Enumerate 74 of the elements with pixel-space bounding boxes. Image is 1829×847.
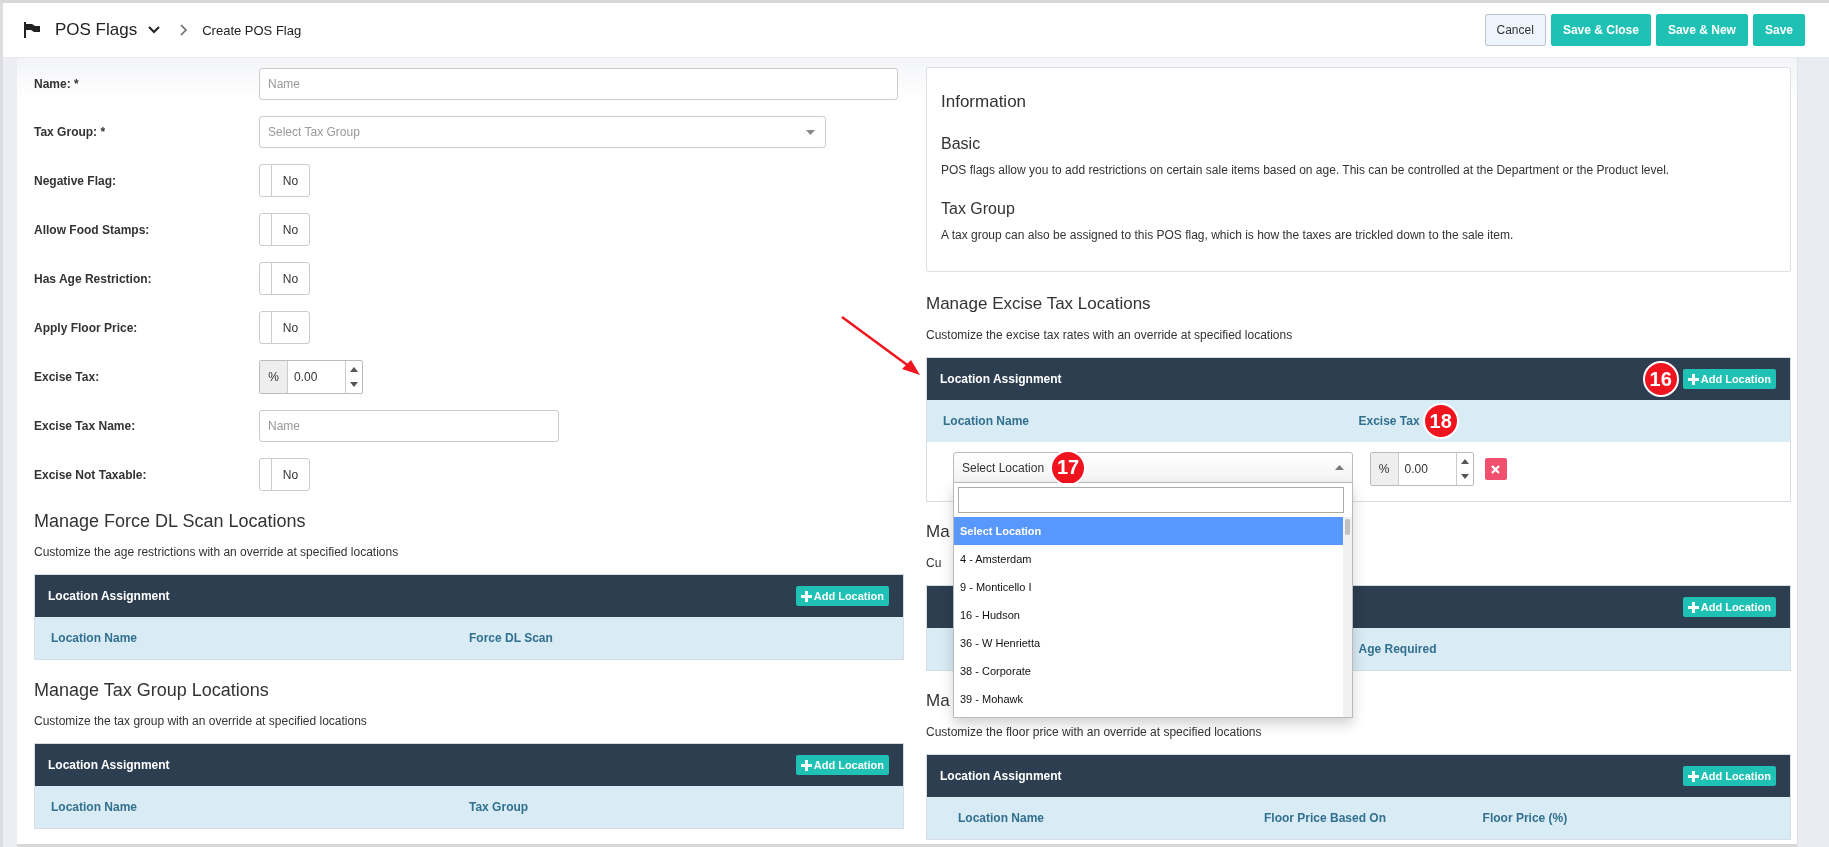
text-field[interactable]: Name: [259, 410, 559, 442]
chevron-down-icon: [148, 26, 161, 34]
plus-icon: [1687, 770, 1699, 782]
delete-button[interactable]: [1484, 458, 1507, 480]
dropdown-option[interactable]: 36 - W Henrietta: [954, 629, 1343, 657]
field-label: Apply Floor Price:: [34, 320, 139, 335]
breadcrumb-text: Create POS Flag: [202, 22, 302, 38]
field-label: Negative Flag:: [34, 173, 118, 188]
column-header: Location Name: [943, 414, 1029, 428]
column-header: Force DL Scan: [469, 631, 553, 645]
section-title: Manage Force DL Scan Locations: [34, 510, 306, 533]
module-title: POS Flags: [55, 20, 138, 40]
plus-icon: [1687, 373, 1699, 385]
location-select[interactable]: Select Location 17: [953, 452, 1353, 483]
info-text: POS flags allow you to add restrictions on certain sale items based on age. This can be controlled at the Department or the Product level.: [941, 163, 1671, 177]
toggle-switch[interactable]: No: [259, 213, 310, 246]
column-header: Location Name: [958, 811, 1044, 825]
flag-icon: [23, 21, 41, 39]
number-field[interactable]: % 0.00: [259, 360, 363, 394]
dropdown-option[interactable]: 39 - Mohawk: [954, 685, 1343, 713]
number-field[interactable]: % 0.00: [1369, 452, 1474, 486]
column-header: Location Name: [51, 631, 137, 645]
info-text: A tax group can also be assigned to this POS flag, which is how the taxes are trickled down to the sale item.: [941, 228, 1515, 242]
plus-icon: [800, 590, 812, 602]
info-heading: Tax Group: [941, 200, 1016, 218]
section-title: Manage Excise Tax Locations: [926, 293, 1151, 315]
column-header: Floor Price (%): [1482, 811, 1568, 825]
panel-title: Location Assignment: [48, 758, 170, 772]
dropdown-option[interactable]: 38 - Corporate: [954, 657, 1343, 685]
info-heading: Basic: [941, 135, 982, 153]
chevron-right-icon: [180, 24, 189, 36]
panel-title: Location Assignment: [940, 372, 1062, 386]
callout-badge: 17: [1050, 449, 1087, 486]
caret-down-icon: [806, 129, 815, 135]
column-header: Excise Tax: [1358, 414, 1420, 428]
section-title: Ma: [926, 521, 950, 543]
toggle-switch[interactable]: No: [259, 164, 310, 197]
column-header: Location Name: [51, 800, 137, 814]
toggle-switch[interactable]: No: [259, 262, 310, 295]
dropdown-option[interactable]: 9 - Monticello I: [954, 573, 1343, 601]
column-header: Floor Price Based On: [1264, 811, 1387, 825]
section-description: Cu: [926, 555, 942, 571]
panel-title: Location Assignment: [940, 769, 1062, 783]
card-title: Information: [941, 92, 1028, 112]
field-label: Excise Not Taxable:: [34, 467, 148, 482]
field-label: Tax Group: *: [34, 125, 107, 139]
section-description: Customize the tax group with an override at specified locations: [34, 713, 367, 729]
toggle-switch[interactable]: No: [259, 458, 310, 491]
section-title: Ma: [926, 690, 950, 712]
close-icon: [1491, 464, 1500, 474]
scrollbar[interactable]: [1343, 517, 1352, 717]
column-header: Tax Group: [469, 800, 529, 814]
section-description: Customize the floor price with an override at specified locations: [926, 724, 1262, 740]
plus-icon: [800, 759, 812, 771]
field-label: Has Age Restriction:: [34, 271, 153, 286]
cancel-button[interactable]: Cancel: [1484, 14, 1546, 46]
search-field[interactable]: [958, 487, 1344, 513]
callout-badge: 18: [1422, 403, 1459, 439]
caret-up-icon: [1335, 465, 1344, 470]
dropdown-option[interactable]: 4 - Amsterdam: [954, 545, 1343, 573]
callout-badge: 16: [1642, 361, 1679, 397]
field-label: Name: *: [34, 77, 80, 91]
panel-title: Location Assignment: [48, 589, 170, 603]
section-title: Manage Tax Group Locations: [34, 679, 269, 702]
field-label: Allow Food Stamps:: [34, 222, 151, 237]
text-field[interactable]: Name: [259, 68, 898, 100]
field-label: Excise Tax Name:: [34, 419, 137, 433]
plus-icon: [1687, 601, 1699, 613]
dropdown-option[interactable]: 16 - Hudson: [954, 601, 1343, 629]
field-label: Excise Tax:: [34, 370, 101, 384]
column-header: Age Required: [1358, 642, 1437, 656]
section-description: Customize the age restrictions with an override at specified locations: [34, 544, 399, 560]
section-description: Customize the excise tax rates with an override at specified locations: [926, 327, 1293, 343]
toggle-switch[interactable]: No: [259, 311, 310, 344]
